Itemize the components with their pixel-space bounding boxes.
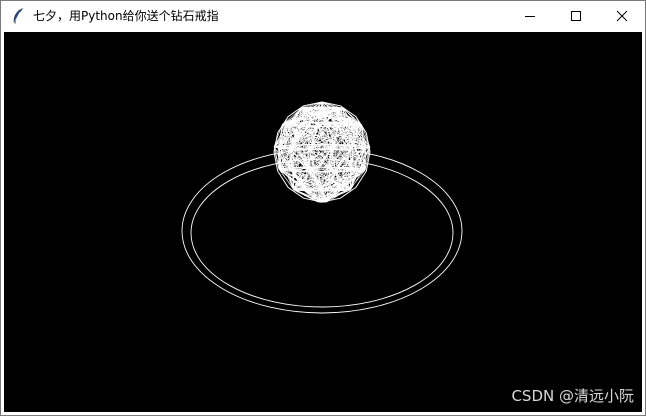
feather-icon <box>10 8 26 24</box>
diamond-ring-drawing <box>181 101 463 314</box>
close-icon <box>616 10 628 22</box>
maximize-icon <box>571 11 581 21</box>
app-window: 七夕，用Python给你送个钻石戒指 CSDN @清远小阮 <box>0 0 646 416</box>
window-controls <box>507 1 645 31</box>
csdn-watermark: CSDN @清远小阮 <box>511 387 634 405</box>
minimize-button[interactable] <box>507 1 553 31</box>
maximize-button[interactable] <box>553 1 599 31</box>
diamond-gem <box>273 101 371 203</box>
drawing-canvas[interactable]: CSDN @清远小阮 <box>4 32 642 412</box>
title-bar[interactable]: 七夕，用Python给你送个钻石戒指 <box>1 1 645 31</box>
close-button[interactable] <box>599 1 645 31</box>
minimize-icon <box>525 16 535 17</box>
window-title: 七夕，用Python给你送个钻石戒指 <box>33 9 219 23</box>
